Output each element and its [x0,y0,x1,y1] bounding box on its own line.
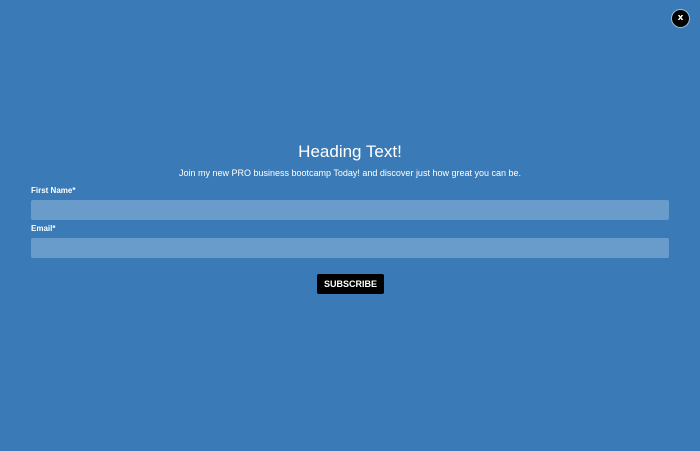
close-button[interactable]: x [672,10,689,27]
subscribe-popup: x Heading Text! Join my new PRO business… [0,0,700,451]
popup-heading: Heading Text! [298,142,402,161]
first-name-label: First Name* [31,186,76,195]
email-label: Email* [31,224,56,233]
email-field[interactable] [31,238,669,258]
first-name-field[interactable] [31,200,669,220]
subscribe-button[interactable]: SUBSCRIBE [317,274,384,294]
close-icon: x [677,13,684,23]
popup-subtext: Join my new PRO business bootcamp Today!… [178,168,522,178]
